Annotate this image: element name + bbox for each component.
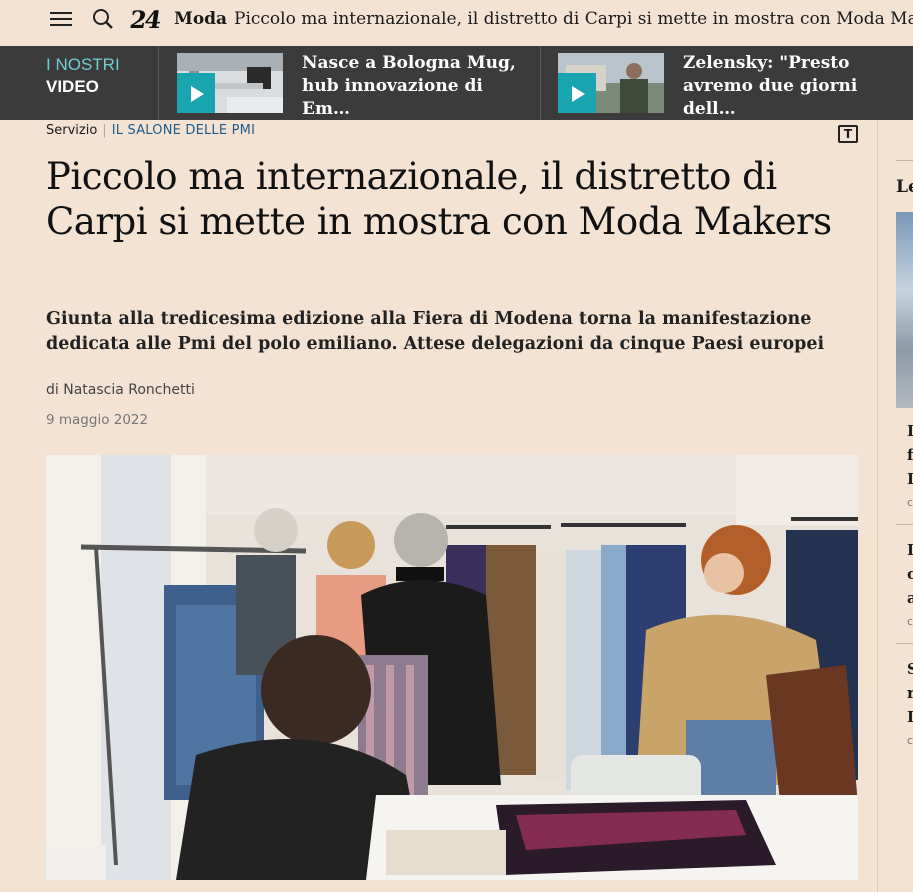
sidebar-item-title[interactable]: I: [907, 538, 913, 562]
play-icon[interactable]: [558, 73, 596, 113]
sidebar-divider: [877, 120, 878, 892]
sidebar-rule: [896, 160, 913, 161]
sidebar-item-meta: c: [907, 734, 913, 747]
article-kicker: Servizio | IL SALONE DELLE PMI: [46, 123, 255, 138]
video-title[interactable]: Nasce a Bologna Mug, hub innovazione di …: [302, 52, 522, 121]
sidebar-item-meta: c: [907, 615, 913, 628]
article-photo: [46, 455, 858, 880]
videos-label-line1: I NOSTRI: [46, 55, 120, 74]
sidebar-rule: [896, 524, 913, 525]
top-navigation-bar: 24 Moda Piccolo ma internazionale, il di…: [0, 0, 913, 38]
fashion-fair-photo: [46, 455, 858, 880]
sidebar-item-title[interactable]: I: [907, 467, 913, 491]
video-title[interactable]: Zelensky: "Presto avremo due giorni dell…: [683, 52, 903, 121]
sidebar-item-title[interactable]: f: [907, 443, 913, 467]
videos-label-line2: VIDEO: [46, 77, 99, 96]
article-title: Piccolo ma internazionale, il distretto …: [46, 155, 832, 243]
sticky-headline: Piccolo ma internazionale, il distretto …: [234, 9, 913, 29]
sidebar-item-title[interactable]: r: [907, 681, 913, 705]
article-author[interactable]: di Natascia Ronchetti: [46, 382, 195, 398]
divider: [158, 46, 159, 120]
sidebar-item-meta: c: [907, 496, 913, 509]
article-tag-link[interactable]: IL SALONE DELLE PMI: [112, 123, 255, 138]
sidebar-item-title[interactable]: c: [907, 562, 913, 586]
videos-label[interactable]: I NOSTRI VIDEO: [46, 54, 120, 98]
article-subtitle: Giunta alla tredicesima edizione alla Fi…: [46, 309, 825, 354]
menu-icon[interactable]: [50, 11, 72, 27]
sidebar-rule: [896, 643, 913, 644]
kicker-separator: |: [102, 123, 107, 138]
sidebar-image[interactable]: [896, 212, 913, 408]
video-thumbnail[interactable]: [177, 53, 283, 113]
divider: [540, 46, 541, 120]
play-icon[interactable]: [177, 73, 215, 113]
sidebar-heading: Le: [896, 177, 913, 197]
sidebar-item-title[interactable]: a: [907, 586, 913, 610]
videos-strip: I NOSTRI VIDEO Nasce a Bologna Mug, hub …: [0, 46, 913, 120]
article-date: 9 maggio 2022: [46, 412, 149, 428]
text-size-icon[interactable]: T: [838, 125, 858, 143]
sidebar-item-title[interactable]: I: [907, 419, 913, 443]
sidebar-item-title[interactable]: I: [907, 705, 913, 729]
sidebar-item-title[interactable]: S: [907, 657, 913, 681]
site-logo[interactable]: 24: [128, 5, 161, 34]
article-type: Servizio: [46, 123, 98, 138]
search-icon[interactable]: [92, 8, 114, 30]
section-name[interactable]: Moda: [174, 9, 227, 29]
video-thumbnail[interactable]: [558, 53, 664, 113]
